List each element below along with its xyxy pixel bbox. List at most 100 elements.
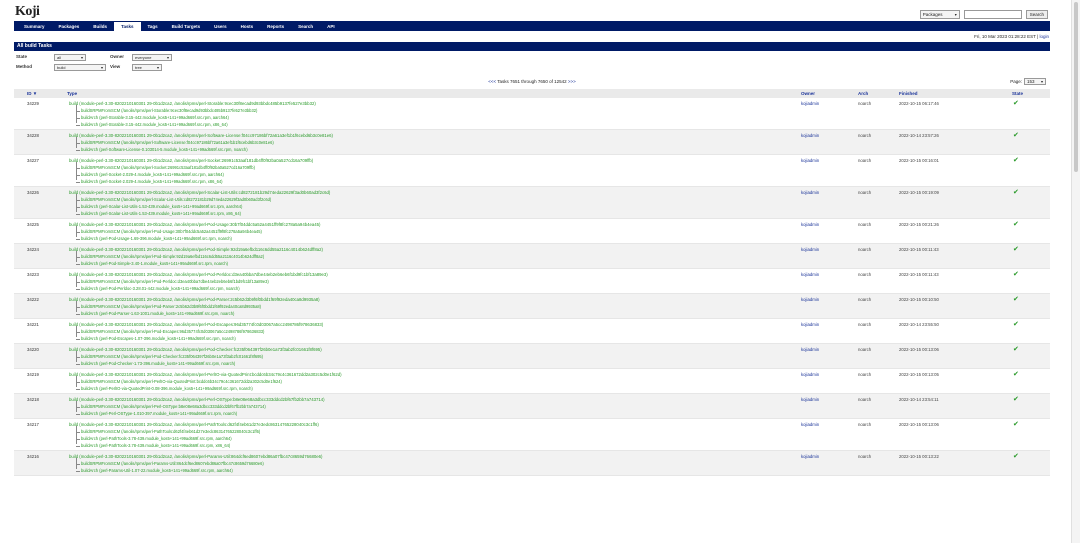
table-row: 34221 build (module-perl-3.30-82022101603… bbox=[14, 319, 1050, 344]
subtask-link[interactable]: buildArch (perl-Pod-Perldoc-3.28.01-442.… bbox=[81, 286, 240, 291]
subtask-link[interactable]: buildArch (perl-Scalar-List-Utils-1.53-4… bbox=[81, 204, 242, 209]
col-finished[interactable]: Finished bbox=[899, 91, 918, 96]
subtask-link[interactable]: buildSRPMFromSCM (/anolis/rpms/perl-Pod-… bbox=[81, 329, 264, 334]
subtask-link[interactable]: buildArch (perl-Pod-Simple-3.40-1.module… bbox=[81, 261, 228, 266]
owner-link[interactable]: kojiadmin bbox=[801, 222, 819, 227]
tab-hosts[interactable]: Hosts bbox=[234, 22, 261, 31]
search-input[interactable] bbox=[963, 10, 1022, 19]
task-link[interactable]: build (module-perl-3.30-8202210160301 29… bbox=[69, 133, 333, 138]
task-link[interactable]: build (module-perl-3.30-8202210160301 29… bbox=[69, 272, 328, 277]
view-select[interactable]: tree ▾ bbox=[132, 64, 162, 71]
owner-link[interactable]: kojiadmin bbox=[801, 101, 819, 106]
finished-time: 2022-10-15 00:19:09 bbox=[899, 190, 939, 195]
search-type-select[interactable]: Packages ▾ bbox=[919, 10, 960, 19]
tab-tags[interactable]: Tags bbox=[141, 22, 165, 31]
owner-select[interactable]: everyone ▾ bbox=[132, 54, 172, 61]
owner-link[interactable]: kojiadmin bbox=[801, 297, 819, 302]
tab-tasks[interactable]: Tasks bbox=[114, 21, 141, 31]
subtask-link[interactable]: buildSRPMFromSCM (/anolis/rpms/perl-Pod-… bbox=[81, 229, 262, 234]
owner-link[interactable]: kojiadmin bbox=[801, 272, 819, 277]
subtask-link[interactable]: buildSRPMFromSCM (/anolis/rpms/perl-Path… bbox=[81, 429, 260, 434]
subtask-link[interactable]: buildSRPMFromSCM (/anolis/rpms/perl-Soft… bbox=[81, 140, 274, 145]
tab-users[interactable]: Users bbox=[207, 22, 234, 31]
login-link[interactable]: login bbox=[1039, 34, 1049, 39]
subtask-link[interactable]: buildSRPMFromSCM (/anolis/rpms/perl-Pod-… bbox=[81, 304, 261, 309]
state-select[interactable]: all ▾ bbox=[54, 54, 86, 61]
task-link[interactable]: build (module-perl-3.30-8202210160301 29… bbox=[69, 247, 323, 252]
subtask-link[interactable]: buildSRPMFromSCM (/anolis/rpms/perl-Stor… bbox=[81, 108, 257, 113]
subtask-link[interactable]: buildArch (perl-Socket-2.029-4.module_ko… bbox=[81, 179, 223, 184]
owner-link[interactable]: kojiadmin bbox=[801, 158, 819, 163]
col-type[interactable]: Type bbox=[67, 91, 77, 96]
vertical-scrollbar[interactable] bbox=[1071, 0, 1080, 543]
subtask-link[interactable]: buildArch (perl-Socket-2.029-4.module_ko… bbox=[81, 172, 224, 177]
tab-api[interactable]: API bbox=[320, 22, 342, 31]
task-link[interactable]: build (module-perl-3.30-8202210160301 29… bbox=[69, 372, 342, 377]
subtask-link[interactable]: buildSRPMFromSCM (/anolis/rpms/perl-Para… bbox=[81, 461, 264, 466]
subtask-link[interactable]: buildArch (perl-Pod-Usage-1.69-396.modul… bbox=[81, 236, 232, 241]
col-id[interactable]: ID ▼ bbox=[27, 91, 37, 96]
subtask-link[interactable]: buildArch (perl-Perl-OSType-1.010-397.mo… bbox=[81, 411, 237, 416]
tab-packages[interactable]: Packages bbox=[52, 22, 87, 31]
subtask-link[interactable]: buildArch (perl-Pod-Escapes-1.07-396.mod… bbox=[81, 336, 236, 341]
task-link[interactable]: build (module-perl-3.30-8202210160301 29… bbox=[69, 422, 319, 427]
col-owner[interactable]: Owner bbox=[801, 91, 815, 96]
method-select[interactable]: build ▾ bbox=[54, 64, 106, 71]
col-state[interactable]: State bbox=[1012, 91, 1023, 96]
owner-link[interactable]: kojiadmin bbox=[801, 372, 819, 377]
subtask-link[interactable]: buildArch (perl-Software-License-0.10301… bbox=[81, 147, 248, 152]
subtask-link[interactable]: buildSRPMFromSCM (/anolis/rpms/perl-Sock… bbox=[81, 165, 255, 170]
task-link[interactable]: build (module-perl-3.30-8202210160301 29… bbox=[69, 454, 322, 459]
tab-summary[interactable]: Summary bbox=[17, 22, 52, 31]
owner-link[interactable]: kojiadmin bbox=[801, 322, 819, 327]
task-link[interactable]: build (module-perl-3.30-8202210160301 29… bbox=[69, 222, 320, 227]
owner-link[interactable]: kojiadmin bbox=[801, 133, 819, 138]
scrollbar-thumb[interactable] bbox=[1074, 2, 1078, 172]
subtask-link[interactable]: buildSRPMFromSCM (/anolis/rpms/perl-Pod-… bbox=[81, 354, 263, 359]
tab-search[interactable]: Search bbox=[291, 22, 320, 31]
task-link[interactable]: build (module-perl-3.30-8202210160301 29… bbox=[69, 190, 330, 195]
subtask-link[interactable]: buildSRPMFromSCM (/anolis/rpms/perl-Scal… bbox=[81, 197, 271, 202]
task-link[interactable]: build (module-perl-3.30-8202210160301 29… bbox=[69, 347, 322, 352]
subtask-link[interactable]: buildArch (perl-Storable-3.15-442.module… bbox=[81, 115, 229, 120]
owner-link[interactable]: kojiadmin bbox=[801, 190, 819, 195]
task-link[interactable]: build (module-perl-3.30-8202210160301 29… bbox=[69, 322, 323, 327]
subtask-link[interactable]: buildSRPMFromSCM (/anolis/rpms/perl-Pod-… bbox=[81, 254, 264, 259]
task-link[interactable]: build (module-perl-3.30-8202210160301 29… bbox=[69, 101, 316, 106]
task-id: 34227 bbox=[27, 158, 39, 163]
tab-build-targets[interactable]: Build Targets bbox=[165, 22, 207, 31]
col-arch[interactable]: Arch bbox=[858, 91, 868, 96]
subtask-link[interactable]: buildArch (perl-Pod-Checker-1.73-396.mod… bbox=[81, 361, 235, 366]
page-label: Page: bbox=[1010, 79, 1022, 84]
tree-branch bbox=[76, 407, 80, 408]
subtask-link[interactable]: buildSRPMFromSCM (/anolis/rpms/perl-Pod-… bbox=[81, 279, 269, 284]
owner-link[interactable]: kojiadmin bbox=[801, 397, 819, 402]
subtask-link[interactable]: buildArch (perl-Pod-Parser-1.63-1001.mod… bbox=[81, 311, 234, 316]
task-link[interactable]: build (module-perl-3.30-8202210160301 29… bbox=[69, 397, 325, 402]
subtask-link[interactable]: buildArch (perl-PathTools-3.78-439.modul… bbox=[81, 436, 232, 441]
owner-link[interactable]: kojiadmin bbox=[801, 347, 819, 352]
subtask-link[interactable]: buildArch (perl-PerlIO-via-QuotedPrint-0… bbox=[81, 386, 253, 391]
task-link[interactable]: build (module-perl-3.30-8202210160301 29… bbox=[69, 158, 313, 163]
task-id: 34224 bbox=[27, 247, 39, 252]
tab-builds[interactable]: Builds bbox=[86, 22, 114, 31]
state-select-value: all bbox=[57, 55, 62, 60]
next-page-link[interactable]: >>> bbox=[568, 79, 576, 84]
owner-link[interactable]: kojiadmin bbox=[801, 422, 819, 427]
search-button[interactable]: Search bbox=[1025, 10, 1048, 19]
subtask-link[interactable]: buildSRPMFromSCM (/anolis/rpms/perl-Perl… bbox=[81, 404, 266, 409]
task-link[interactable]: build (module-perl-3.30-8202210160301 29… bbox=[69, 297, 320, 302]
owner-link[interactable]: kojiadmin bbox=[801, 247, 819, 252]
subtask-link[interactable]: buildSRPMFromSCM (/anolis/rpms/perl-Perl… bbox=[81, 379, 282, 384]
subtask-link[interactable]: buildArch (perl-Scalar-List-Utils-1.53-4… bbox=[81, 211, 241, 216]
prev-page-link[interactable]: <<< bbox=[488, 79, 496, 84]
subtask-link[interactable]: buildArch (perl-Params-Util-1.07-22.modu… bbox=[81, 468, 233, 473]
koji-logo[interactable]: Koji bbox=[15, 4, 40, 20]
finished-time: 2022-10-15 00:11:43 bbox=[899, 272, 939, 277]
owner-link[interactable]: kojiadmin bbox=[801, 454, 819, 459]
page-select[interactable]: 153 ▾ bbox=[1024, 78, 1046, 85]
subtask-link[interactable]: buildArch (perl-PathTools-3.78-439.modul… bbox=[81, 443, 230, 448]
tab-reports[interactable]: Reports bbox=[260, 22, 291, 31]
finished-time: 2022-10-15 00:13:06 bbox=[899, 347, 939, 352]
subtask-link[interactable]: buildArch (perl-Storable-3.15-442.module… bbox=[81, 122, 228, 127]
